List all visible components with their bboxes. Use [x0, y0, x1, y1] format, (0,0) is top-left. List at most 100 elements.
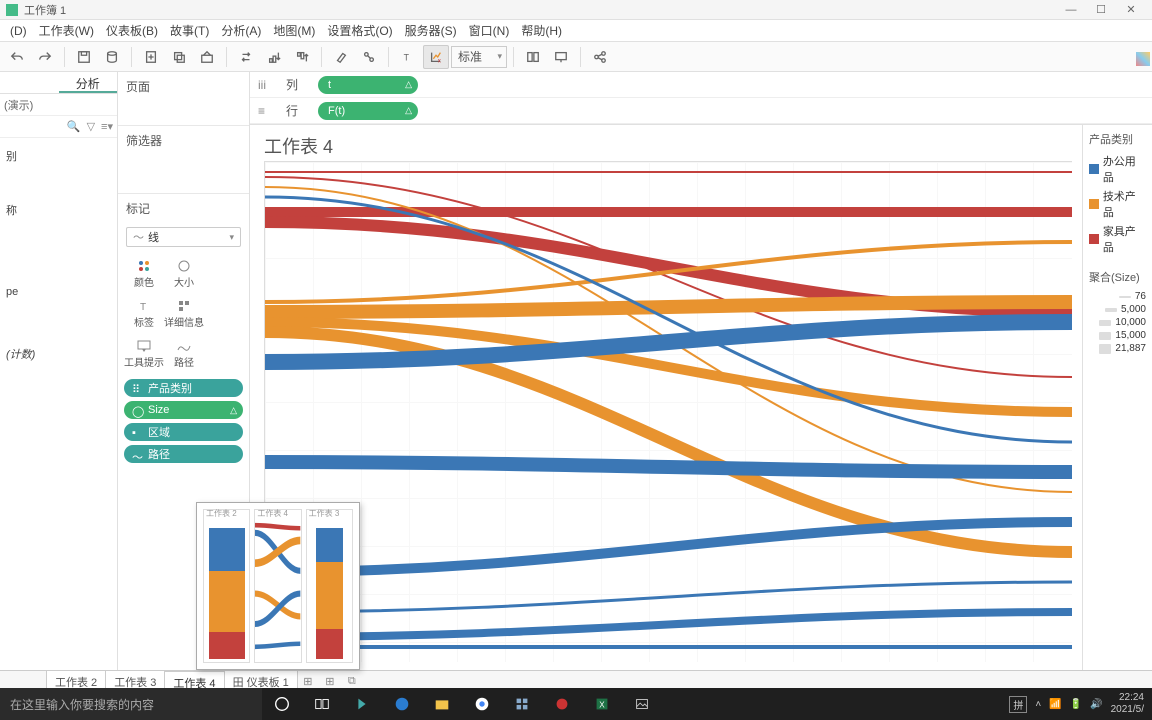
legend-size-item[interactable]: 15,000 — [1089, 330, 1146, 341]
chart[interactable] — [264, 161, 1072, 662]
tab-data[interactable] — [0, 72, 59, 93]
new-dashboard-button[interactable]: ⊞ — [319, 675, 341, 688]
menu-dashboard[interactable]: 仪表板(B) — [100, 22, 164, 39]
wifi-icon[interactable]: 📶 — [1049, 699, 1061, 710]
undo-button[interactable] — [4, 45, 30, 69]
swap-button[interactable] — [233, 45, 259, 69]
app-grid-icon[interactable] — [502, 688, 542, 720]
save-button[interactable] — [71, 45, 97, 69]
search-icon[interactable]: 🔍 — [67, 120, 81, 133]
show-cards-button[interactable] — [520, 45, 546, 69]
menu-map[interactable]: 地图(M) — [267, 22, 321, 39]
highlight-button[interactable] — [328, 45, 354, 69]
group-button[interactable] — [356, 45, 382, 69]
data-pane-tabs: 分析 — [0, 72, 117, 94]
maximize-button[interactable]: ☐ — [1086, 3, 1116, 16]
show-me-button[interactable] — [1136, 52, 1150, 66]
app-1-icon[interactable] — [342, 688, 382, 720]
main-area: 分析 (演示) 🔍 ▽ ≡▾ 别 称 pe (计数) 页面 筛选器 标记 — [0, 72, 1152, 670]
caret-icon: △ — [230, 405, 237, 416]
legend-size-item[interactable]: 10,000 — [1089, 317, 1146, 328]
menu-story[interactable]: 故事(T) — [164, 22, 215, 39]
close-button[interactable]: ✕ — [1116, 3, 1146, 16]
new-story-button[interactable]: ⧉ — [341, 675, 363, 688]
columns-icon: iii — [258, 78, 278, 92]
duplicate-button[interactable] — [166, 45, 192, 69]
legend-color-item[interactable]: 家具产品 — [1089, 223, 1146, 255]
sort-desc-button[interactable] — [289, 45, 315, 69]
mark-type-dropdown[interactable]: 〜 线 — [126, 227, 241, 247]
menu-analysis[interactable]: 分析(A) — [215, 22, 267, 39]
rows-shelf[interactable]: ≡ 行 F(t)△ — [250, 98, 1152, 124]
columns-shelf[interactable]: iii 列 t△ — [250, 72, 1152, 98]
field-3[interactable]: (计数) — [4, 342, 113, 366]
filter-icon[interactable]: ▽ — [87, 120, 95, 133]
field-2[interactable]: pe — [4, 282, 113, 302]
menu-worksheet[interactable]: 工作表(W) — [33, 22, 100, 39]
legend-size-item[interactable]: 21,887 — [1089, 343, 1146, 354]
presentation-button[interactable] — [548, 45, 574, 69]
columns-pill[interactable]: t△ — [318, 76, 418, 94]
color-icon: ⠿ — [132, 383, 142, 393]
redo-button[interactable] — [32, 45, 58, 69]
shelves: iii 列 t△ ≡ 行 F(t)△ — [250, 72, 1152, 125]
columns-label: 列 — [286, 76, 310, 93]
fit-dropdown[interactable]: 标准 — [451, 46, 507, 68]
excel-icon[interactable]: X — [582, 688, 622, 720]
labels-button[interactable]: T — [395, 45, 421, 69]
viz-area[interactable]: 工作表 4 — [250, 125, 1082, 670]
window-title: 工作簿 1 — [24, 2, 1056, 18]
tray-up-icon[interactable]: ˄ — [1035, 699, 1041, 710]
pill-category[interactable]: ⠿产品类别 — [124, 379, 243, 397]
taskbar-search[interactable]: 在这里输入你要搜索的内容 — [0, 688, 262, 720]
edge-icon[interactable] — [382, 688, 422, 720]
field-1[interactable]: 称 — [4, 198, 113, 222]
taskview-icon[interactable] — [302, 688, 342, 720]
field-0[interactable]: 别 — [4, 144, 113, 168]
new-sheet-button[interactable] — [138, 45, 164, 69]
list-icon[interactable]: ≡▾ — [101, 120, 113, 133]
chrome-icon[interactable] — [462, 688, 502, 720]
view-pane: iii 列 t△ ≡ 行 F(t)△ 工作表 4 产品类别 办公用品技术产品家具… — [250, 72, 1152, 670]
mark-color[interactable]: 颜色 — [124, 253, 164, 293]
pill-size[interactable]: ◯Size△ — [124, 401, 243, 419]
mark-tooltip[interactable]: 工具提示 — [124, 333, 164, 373]
taskbar-clock[interactable]: 22:24 2021/5/ — [1111, 692, 1144, 716]
explorer-icon[interactable] — [422, 688, 462, 720]
mark-detail[interactable]: 详细信息 — [164, 293, 204, 333]
menu-format[interactable]: 设置格式(O) — [321, 22, 398, 39]
menu-d[interactable]: (D) — [4, 24, 33, 38]
minimize-button[interactable]: — — [1056, 4, 1086, 16]
mark-path[interactable]: 路径 — [164, 333, 204, 373]
ime-indicator[interactable]: 拼 — [1009, 696, 1027, 713]
legend-size-item[interactable]: 76 — [1089, 291, 1146, 302]
volume-icon[interactable]: 🔊 — [1090, 699, 1102, 710]
cortana-icon[interactable] — [262, 688, 302, 720]
fix-axes-button[interactable]: x — [423, 45, 449, 69]
marks-card: 标记 〜 线 颜色 大小 T标签 详细信息 工具提示 路径 ⠿产品类别 ◯Siz… — [118, 194, 249, 477]
share-button[interactable] — [587, 45, 613, 69]
tab-analytics[interactable]: 分析 — [59, 72, 118, 93]
sort-asc-button[interactable] — [261, 45, 287, 69]
new-data-button[interactable] — [99, 45, 125, 69]
menu-window[interactable]: 窗口(N) — [463, 22, 516, 39]
viz-title[interactable]: 工作表 4 — [264, 133, 1074, 159]
menu-help[interactable]: 帮助(H) — [515, 22, 568, 39]
mark-label[interactable]: T标签 — [124, 293, 164, 333]
rows-pill[interactable]: F(t)△ — [318, 102, 418, 120]
legend-size-item[interactable]: 5,000 — [1089, 304, 1146, 315]
pill-path[interactable]: 〜路径 — [124, 445, 243, 463]
legend-color-item[interactable]: 技术产品 — [1089, 188, 1146, 220]
record-icon[interactable] — [542, 688, 582, 720]
mark-size[interactable]: 大小 — [164, 253, 204, 293]
legend-color-item[interactable]: 办公用品 — [1089, 153, 1146, 185]
clear-button[interactable] — [194, 45, 220, 69]
photos-icon[interactable] — [622, 688, 662, 720]
app-icon — [6, 4, 18, 16]
pill-region[interactable]: ▪区域 — [124, 423, 243, 441]
toolbar: T x 标准 — [0, 42, 1152, 72]
new-worksheet-button[interactable]: ⊞ — [297, 675, 319, 688]
battery-icon[interactable]: 🔋 — [1070, 699, 1082, 710]
menu-server[interactable]: 服务器(S) — [399, 22, 463, 39]
system-tray[interactable]: 拼 ˄ 📶 🔋 🔊 22:24 2021/5/ — [1009, 692, 1152, 716]
